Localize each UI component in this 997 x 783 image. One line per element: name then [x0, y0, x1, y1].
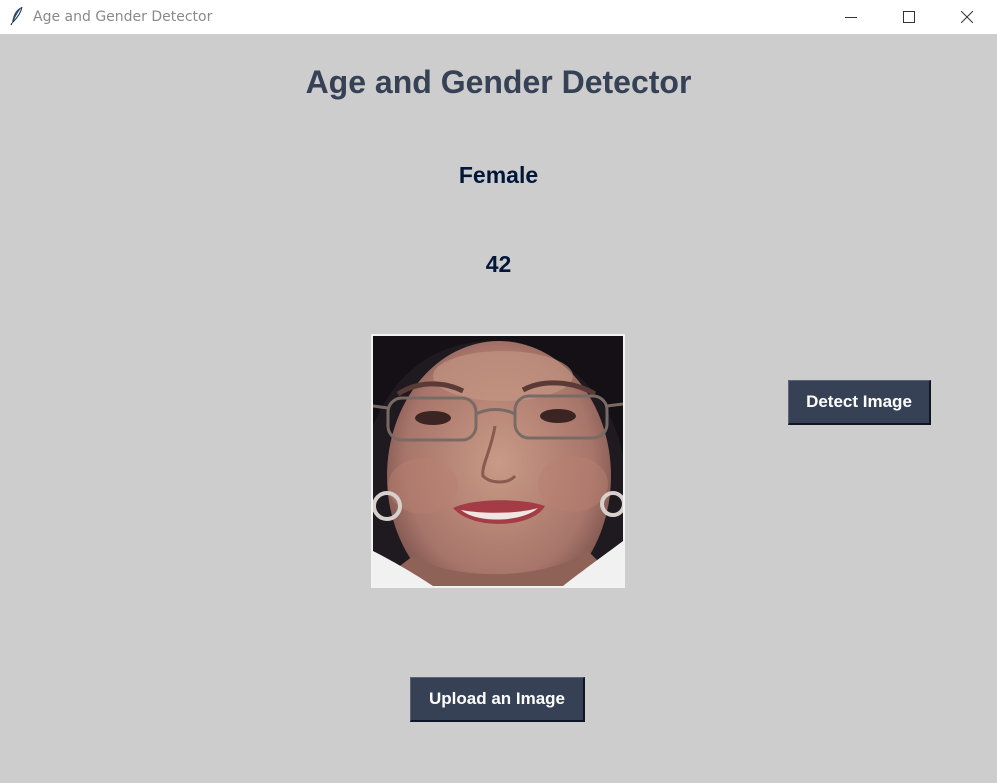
upload-image-button[interactable]: Upload an Image: [410, 677, 585, 722]
window-title: Age and Gender Detector: [33, 9, 213, 25]
age-result-label: 42: [485, 251, 512, 277]
app-window: Age and Gender Detector Age and Gender D…: [0, 0, 997, 783]
detect-image-button[interactable]: Detect Image: [788, 380, 931, 425]
uploaded-image: [371, 334, 625, 588]
gender-result-label: Female: [458, 162, 539, 188]
maximize-icon: [903, 11, 915, 23]
feather-icon: [10, 6, 23, 26]
maximize-button[interactable]: [886, 0, 932, 34]
close-icon: [961, 11, 973, 23]
minimize-icon: [845, 17, 857, 18]
minimize-button[interactable]: [828, 0, 874, 34]
title-bar[interactable]: Age and Gender Detector: [0, 0, 997, 34]
page-title: Age and Gender Detector: [305, 64, 692, 100]
face-photo: [373, 336, 623, 586]
close-button[interactable]: [944, 0, 990, 34]
